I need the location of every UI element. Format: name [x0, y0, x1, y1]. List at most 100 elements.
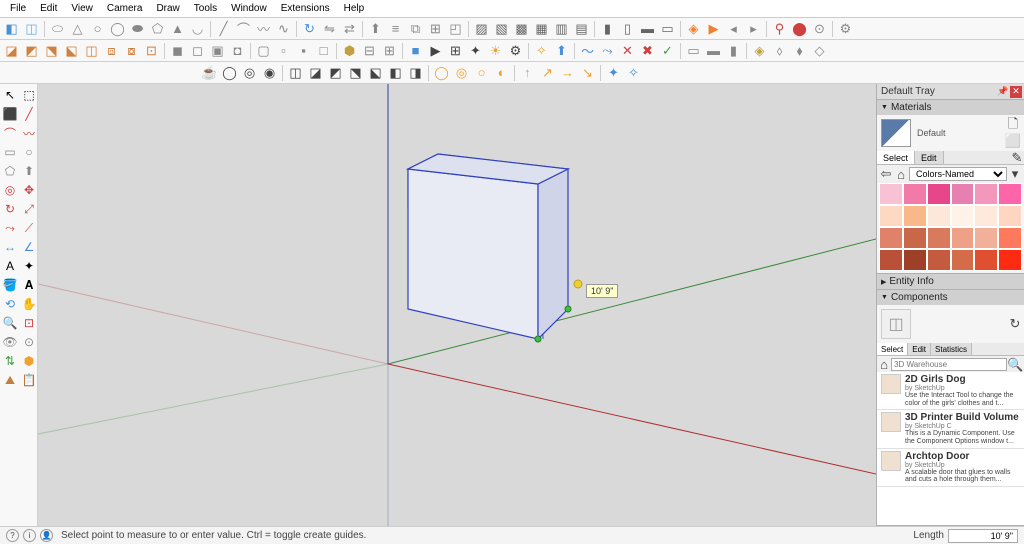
- snap-icon[interactable]: ◈: [684, 19, 703, 38]
- material-swatch-17[interactable]: [998, 227, 1022, 249]
- view-sun-icon[interactable]: ☀: [486, 41, 505, 60]
- section-tool-icon[interactable]: ⬢: [20, 352, 38, 370]
- polygon-tool-icon[interactable]: ⬠: [1, 162, 19, 180]
- cube-set3-icon[interactable]: ◩: [326, 63, 345, 82]
- menu-help[interactable]: Help: [338, 1, 371, 16]
- material-swatch-2[interactable]: [927, 183, 951, 205]
- material-swatch[interactable]: [881, 119, 911, 147]
- material-swatch-8[interactable]: [927, 205, 951, 227]
- view-shaded-icon[interactable]: ■: [406, 41, 425, 60]
- compass-icon[interactable]: ✧: [532, 41, 551, 60]
- view-play-icon[interactable]: ▶: [426, 41, 445, 60]
- extrude-icon[interactable]: ⬆: [366, 19, 385, 38]
- tray-titlebar[interactable]: Default Tray 📌 ✕: [877, 84, 1024, 100]
- comp2-icon[interactable]: ◩: [22, 41, 41, 60]
- arrow2-icon[interactable]: ↗: [538, 63, 557, 82]
- components-search-icon[interactable]: 🔍: [1009, 358, 1022, 371]
- cube-set1-icon[interactable]: ◫: [286, 63, 305, 82]
- circle-tool-icon[interactable]: ○: [20, 143, 38, 161]
- waypoint-icon[interactable]: ⊙: [810, 19, 829, 38]
- line-icon[interactable]: ╱: [214, 19, 233, 38]
- components-tab-select[interactable]: Select: [877, 343, 908, 355]
- materials-back-icon[interactable]: ⇦: [879, 167, 893, 181]
- path5-icon[interactable]: ✓: [658, 41, 677, 60]
- material-swatch-10[interactable]: [974, 205, 998, 227]
- view-grid-icon[interactable]: ⊞: [446, 41, 465, 60]
- box3-icon[interactable]: ▪: [294, 41, 313, 60]
- dimension-tool-icon[interactable]: ↔: [1, 238, 19, 256]
- bars1-icon[interactable]: ▮: [598, 19, 617, 38]
- axes-tool-icon[interactable]: ✦: [20, 257, 38, 275]
- materials-menu-icon[interactable]: ▾: [1008, 167, 1022, 181]
- cube-icon[interactable]: ◧: [2, 19, 21, 38]
- component-refresh-icon[interactable]: ↻: [1008, 317, 1022, 331]
- help-icon[interactable]: ?: [6, 529, 19, 542]
- layer-icon[interactable]: ≡: [386, 19, 405, 38]
- pyramid-icon[interactable]: ▲: [168, 19, 187, 38]
- person-icon[interactable]: 👤: [40, 529, 53, 542]
- dome-icon[interactable]: ◡: [188, 19, 207, 38]
- components-tab-edit[interactable]: Edit: [908, 343, 931, 355]
- box1-icon[interactable]: ▢: [254, 41, 273, 60]
- material-default-icon[interactable]: ⬜: [1006, 134, 1020, 148]
- path2-icon[interactable]: ⤳: [598, 41, 617, 60]
- mirror-icon[interactable]: ⇄: [340, 19, 359, 38]
- arc-icon[interactable]: ⌒: [234, 19, 253, 38]
- hatch5-icon[interactable]: ▥: [552, 19, 571, 38]
- hatch1-icon[interactable]: ▨: [472, 19, 491, 38]
- clipboard-tool-icon[interactable]: 📋: [20, 371, 38, 389]
- comp5-icon[interactable]: ◫: [82, 41, 101, 60]
- gear-icon[interactable]: ⚙: [836, 19, 855, 38]
- path4-icon[interactable]: ✖: [638, 41, 657, 60]
- material-swatch-22[interactable]: [974, 249, 998, 271]
- teapot2-icon[interactable]: ◯: [220, 63, 239, 82]
- teapot3-icon[interactable]: ◎: [240, 63, 259, 82]
- cylinder-icon[interactable]: ⬭: [48, 19, 67, 38]
- rectangle-tool-icon[interactable]: ▭: [1, 143, 19, 161]
- comp3-icon[interactable]: ⬔: [42, 41, 61, 60]
- sandbox-tool-icon[interactable]: ⛰: [1, 371, 19, 389]
- component-item-2[interactable]: Archtop Door by SketchUp A scalable door…: [877, 449, 1024, 487]
- star2-icon[interactable]: ✧: [624, 63, 643, 82]
- location-icon[interactable]: ⬤: [790, 19, 809, 38]
- pushpull-tool-icon[interactable]: ⬆: [20, 162, 38, 180]
- components-tab-statistics[interactable]: Statistics: [931, 343, 972, 355]
- material-swatch-3[interactable]: [951, 183, 975, 205]
- materials-tab-select[interactable]: Select: [877, 151, 915, 164]
- view-settings-icon[interactable]: ⚙: [506, 41, 525, 60]
- scale-tool-icon[interactable]: ⤢: [20, 200, 38, 218]
- shell-icon[interactable]: ◰: [446, 19, 465, 38]
- tray-close-icon[interactable]: ✕: [1010, 86, 1022, 98]
- north-icon[interactable]: ⬆: [552, 41, 571, 60]
- entity-info-panel-header[interactable]: ▶Entity Info: [877, 274, 1024, 289]
- orbit-tool-icon[interactable]: ⟲: [1, 295, 19, 313]
- comp8-icon[interactable]: ⊡: [142, 41, 161, 60]
- menu-file[interactable]: File: [4, 1, 32, 16]
- material-create-icon[interactable]: 🗋: [1006, 119, 1020, 133]
- box2-icon[interactable]: ▫: [274, 41, 293, 60]
- solid1-icon[interactable]: ◼: [168, 41, 187, 60]
- walk-tool-icon[interactable]: ⇅: [1, 352, 19, 370]
- material-swatch-19[interactable]: [903, 249, 927, 271]
- cone-icon[interactable]: △: [68, 19, 87, 38]
- material-swatch-9[interactable]: [951, 205, 975, 227]
- torus-icon[interactable]: ◯: [108, 19, 127, 38]
- misc1-icon[interactable]: ◈: [750, 41, 769, 60]
- measurement-input[interactable]: [948, 529, 1018, 543]
- material-swatch-20[interactable]: [927, 249, 951, 271]
- bars4-icon[interactable]: ▭: [658, 19, 677, 38]
- material-swatch-4[interactable]: [974, 183, 998, 205]
- material-swatch-18[interactable]: [879, 249, 903, 271]
- circle2-icon[interactable]: ◎: [452, 63, 471, 82]
- circle1-icon[interactable]: ◯: [432, 63, 451, 82]
- materials-edit-icon[interactable]: ✎: [1010, 151, 1024, 165]
- components-panel-header[interactable]: ▼Components: [877, 290, 1024, 305]
- zoom-extents-tool-icon[interactable]: ⊡: [20, 314, 38, 332]
- 3dtext-tool-icon[interactable]: 𝐀: [20, 276, 38, 294]
- material-swatch-11[interactable]: [998, 205, 1022, 227]
- menu-camera[interactable]: Camera: [101, 1, 149, 16]
- rect2-icon[interactable]: ▬: [704, 41, 723, 60]
- material-swatch-1[interactable]: [903, 183, 927, 205]
- group-icon[interactable]: ⊟: [360, 41, 379, 60]
- cube-set5-icon[interactable]: ⬕: [366, 63, 385, 82]
